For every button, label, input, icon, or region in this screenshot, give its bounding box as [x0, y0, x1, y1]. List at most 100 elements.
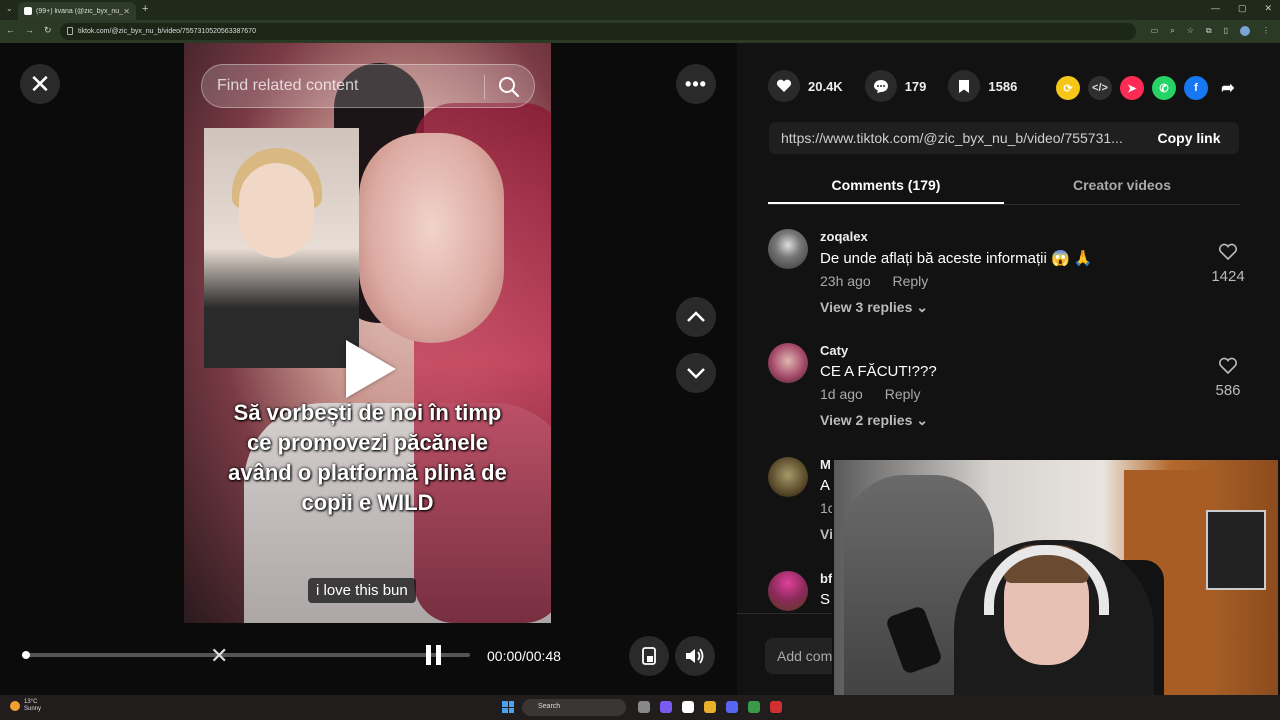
address-bar-row: ← → ↻ tiktok.com/@zic_byx_nu_b/video/755…	[0, 20, 1280, 43]
app-icon[interactable]	[770, 701, 782, 713]
zoom-icon[interactable]: ⌕	[1170, 26, 1174, 36]
browser-menu-icon[interactable]: ⋮	[1262, 26, 1270, 36]
video-player[interactable]	[184, 43, 551, 623]
discord-icon[interactable]	[726, 701, 738, 713]
search-input[interactable]	[202, 77, 472, 95]
comment-stat[interactable]: 179	[864, 70, 927, 102]
heart-outline-icon	[1218, 243, 1238, 261]
volume-button[interactable]	[675, 636, 715, 676]
comment-text: CE A FĂCUT!???	[820, 363, 937, 380]
previous-video-button[interactable]	[676, 297, 716, 337]
dismiss-icon[interactable]: ✕	[210, 643, 228, 669]
like-count: 20.4K	[808, 78, 843, 94]
nav-buttons: ← → ↻	[6, 25, 52, 36]
tab-comments[interactable]: Comments (179)	[768, 172, 1004, 204]
minimize-icon[interactable]: —	[1211, 3, 1220, 14]
webcam-poster	[1206, 510, 1266, 590]
maximize-icon[interactable]: ▢	[1238, 3, 1247, 14]
comment-username[interactable]: zoqalex	[820, 229, 1200, 244]
app-icon[interactable]	[660, 701, 672, 713]
window-close-icon[interactable]: ✕	[1264, 3, 1272, 14]
pause-button[interactable]	[426, 645, 442, 665]
volume-icon	[686, 648, 704, 664]
sidebar-icon[interactable]: ▯	[1224, 26, 1228, 36]
avatar[interactable]	[768, 343, 808, 383]
tab-close-icon[interactable]: ✕	[123, 7, 130, 16]
send-to-friends-icon[interactable]: ➤	[1120, 76, 1144, 100]
close-video-button[interactable]: ✕	[20, 64, 60, 104]
avatar[interactable]	[768, 457, 808, 497]
avatar[interactable]	[768, 229, 808, 269]
lock-icon	[67, 27, 73, 35]
forward-icon[interactable]: →	[25, 25, 34, 36]
find-related-search[interactable]	[201, 64, 535, 108]
video-link-text[interactable]: https://www.tiktok.com/@zic_byx_nu_b/vid…	[769, 130, 1139, 146]
floating-player-button[interactable]	[629, 636, 669, 676]
more-options-button[interactable]: •••	[676, 64, 716, 104]
video-progress-bar[interactable]	[22, 651, 470, 659]
picture-in-picture-icon	[642, 647, 656, 665]
taskbar: 13°C Sunny Search	[0, 695, 1280, 720]
comment-count: 179	[904, 78, 927, 94]
browser-tab[interactable]: (99+) livana (@zic_byx_nu_b) | TikTok ✕	[18, 2, 136, 20]
cast-icon[interactable]: ▭	[1151, 26, 1159, 36]
taskbar-apps	[638, 701, 782, 713]
video-frame-face	[359, 133, 504, 343]
caption-line: Să vorbești de noi în timp	[233, 400, 502, 425]
reload-icon[interactable]: ↻	[44, 25, 52, 36]
comment-bubble-icon	[864, 70, 897, 102]
heart-outline-icon	[1218, 357, 1238, 375]
new-tab-icon[interactable]: +	[142, 3, 148, 15]
view-replies-label: View 3 replies	[820, 299, 913, 315]
url-field[interactable]: tiktok.com/@zic_byx_nu_b/video/755731052…	[60, 23, 1136, 40]
file-explorer-icon[interactable]	[704, 701, 716, 713]
comment-like[interactable]: 1424	[1208, 243, 1248, 285]
like-stat[interactable]: 20.4K	[768, 70, 843, 102]
reply-button[interactable]: Reply	[885, 386, 921, 402]
chevron-down-icon	[687, 368, 705, 379]
panel-tabs: Comments (179) Creator videos	[768, 172, 1240, 205]
pause-bar	[426, 645, 431, 665]
url-text: tiktok.com/@zic_byx_nu_b/video/755731052…	[78, 28, 256, 35]
heart-icon	[768, 70, 800, 102]
tab-menu-icon[interactable]: ⌄	[6, 4, 13, 13]
play-icon[interactable]	[346, 340, 396, 398]
chrome-icon[interactable]	[748, 701, 760, 713]
reply-button[interactable]: Reply	[893, 273, 929, 289]
close-icon: ✕	[29, 68, 51, 99]
search-icon[interactable]	[498, 76, 520, 98]
comment-username[interactable]: Caty	[820, 343, 1200, 358]
app-icon[interactable]	[682, 701, 694, 713]
view-replies-label: View 2 replies	[820, 412, 913, 428]
comment-meta: 23h ago Reply	[820, 273, 1200, 289]
taskbar-search[interactable]: Search	[522, 699, 626, 716]
comment-time: 23h ago	[820, 273, 871, 289]
avatar[interactable]	[768, 571, 808, 611]
embed-code-icon[interactable]: </>	[1088, 76, 1112, 100]
save-stat[interactable]: 1586	[948, 70, 1017, 102]
weather-widget[interactable]: 13°C Sunny	[10, 699, 41, 713]
more-dots-icon: •••	[685, 73, 707, 94]
back-icon[interactable]: ←	[6, 25, 15, 36]
save-count: 1586	[988, 78, 1018, 94]
next-video-button[interactable]	[676, 353, 716, 393]
copy-link-button[interactable]: Copy link	[1139, 130, 1239, 146]
comment-like[interactable]: 586	[1208, 357, 1248, 399]
view-replies-button[interactable]: View 3 replies ⌄	[820, 299, 1200, 316]
share-arrow-icon[interactable]: ➦	[1216, 76, 1240, 100]
windows-start-icon[interactable]	[502, 701, 514, 713]
chevron-down-icon: ⌄	[916, 412, 928, 428]
address-bar-icons: ▭ ⌕ ☆ ⧉ ▯ ⋮	[1151, 26, 1270, 36]
task-view-icon[interactable]	[638, 701, 650, 713]
profile-avatar[interactable]	[1240, 26, 1250, 36]
comment-like-count: 586	[1215, 382, 1241, 399]
bookmark-star-icon[interactable]: ☆	[1187, 26, 1194, 36]
extensions-icon[interactable]: ⧉	[1206, 26, 1212, 36]
view-replies-button[interactable]: View 2 replies ⌄	[820, 412, 1200, 429]
share-options: ⟳ </> ➤ ✆ f ➦	[1056, 76, 1240, 100]
whatsapp-icon[interactable]: ✆	[1152, 76, 1176, 100]
comment-body: Caty CE A FĂCUT!??? 1d ago Reply View 2 …	[820, 343, 1200, 429]
tab-creator-videos[interactable]: Creator videos	[1004, 172, 1240, 204]
facebook-icon[interactable]: f	[1184, 76, 1208, 100]
repost-icon[interactable]: ⟳	[1056, 76, 1080, 100]
